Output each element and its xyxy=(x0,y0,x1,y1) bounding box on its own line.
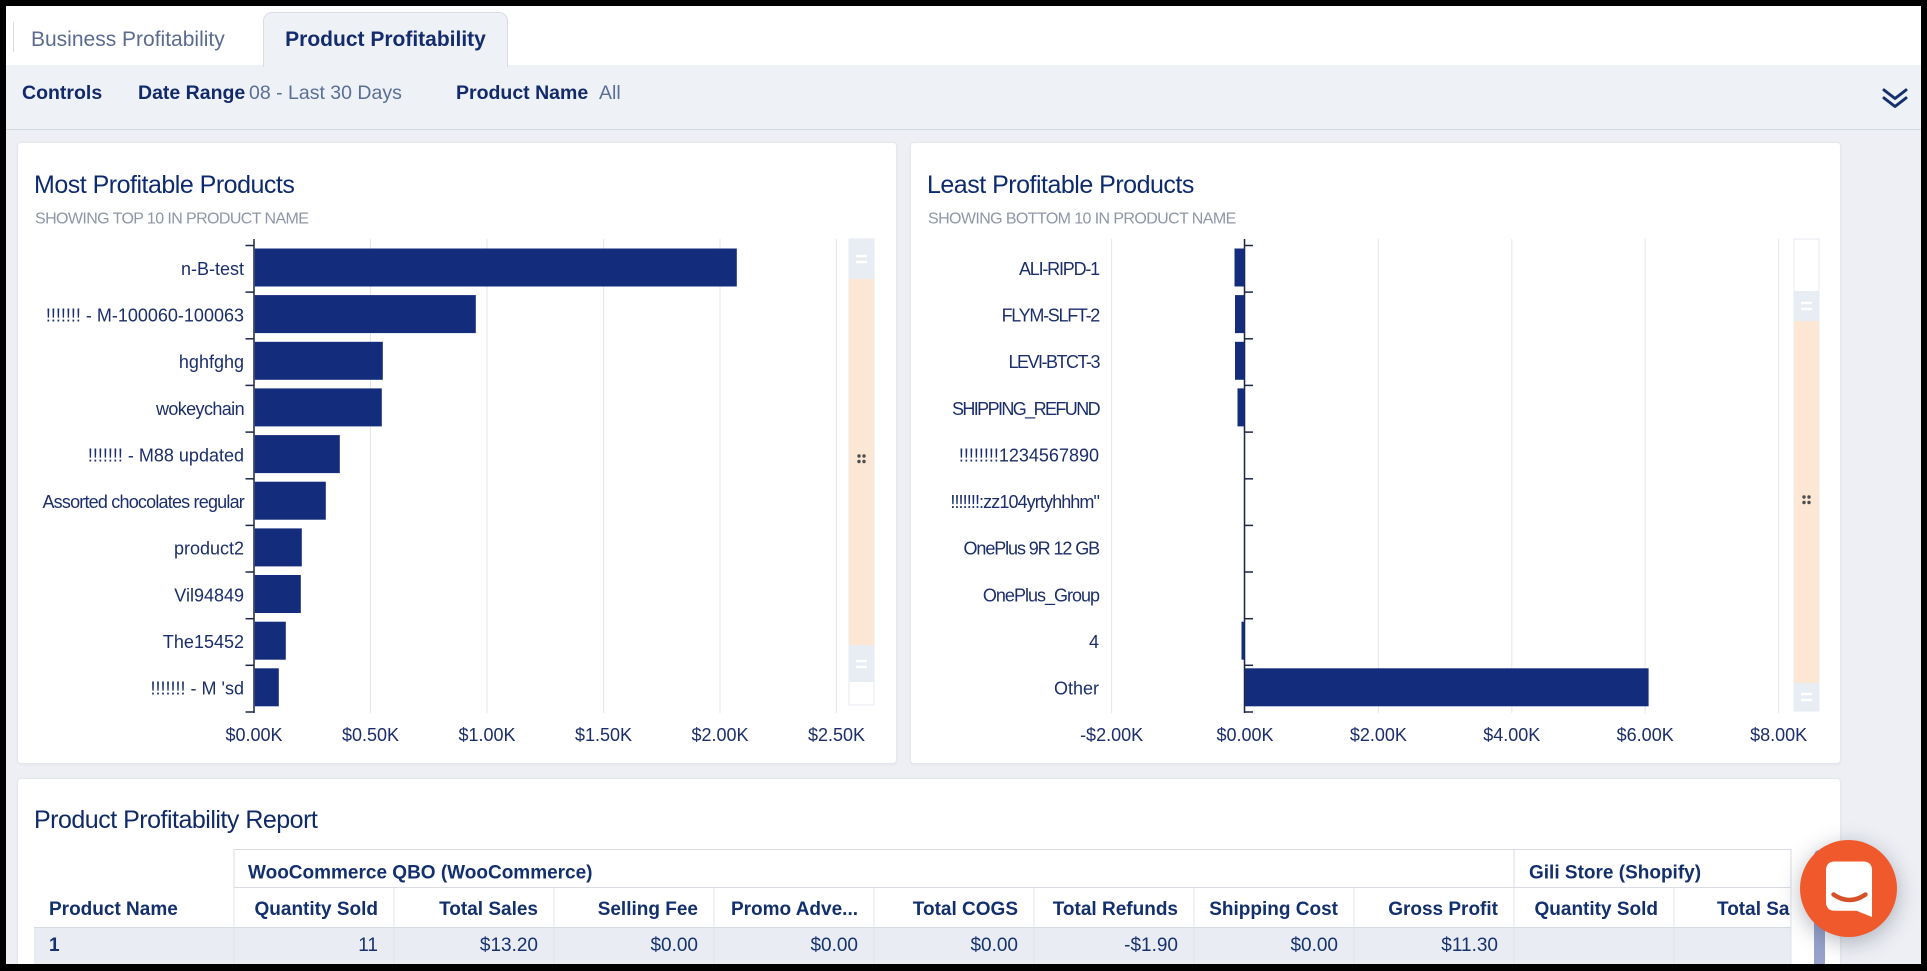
svg-text:Promo Adve...: Promo Adve... xyxy=(731,899,858,920)
svg-text:Total Sa: Total Sa xyxy=(1717,899,1790,920)
svg-text:hghfghg: hghfghg xyxy=(179,352,244,372)
svg-text:4: 4 xyxy=(1089,632,1099,652)
svg-text:LEVI-BTCT-3: LEVI-BTCT-3 xyxy=(1008,352,1100,372)
svg-text:$4.00K: $4.00K xyxy=(1483,725,1540,745)
svg-text:Product Name: Product Name xyxy=(49,899,178,920)
svg-text:n-B-test: n-B-test xyxy=(181,259,244,279)
svg-text:wokeychain: wokeychain xyxy=(155,399,244,419)
svg-text:$2.00K: $2.00K xyxy=(691,725,748,745)
svg-text:WooCommerce QBO (WooCommerce): WooCommerce QBO (WooCommerce) xyxy=(248,863,593,884)
svg-text:$8.00K: $8.00K xyxy=(1750,725,1807,745)
svg-text:Total Refunds: Total Refunds xyxy=(1053,899,1178,920)
svg-text:$1.50K: $1.50K xyxy=(575,725,632,745)
svg-text:-$2.00K: -$2.00K xyxy=(1080,725,1143,745)
svg-text:FLYM-SLFT-2: FLYM-SLFT-2 xyxy=(1002,305,1101,325)
svg-text:11: 11 xyxy=(358,935,378,956)
svg-text:Total Sales: Total Sales xyxy=(439,899,538,920)
svg-text:Vil94849: Vil94849 xyxy=(174,585,244,605)
svg-text:!!!!!!! - M88 updated: !!!!!!! - M88 updated xyxy=(88,445,244,465)
svg-text:Shipping Cost: Shipping Cost xyxy=(1209,899,1338,920)
svg-text:OnePlus_Group: OnePlus_Group xyxy=(983,585,1100,606)
svg-text:Quantity Sold: Quantity Sold xyxy=(255,899,379,920)
svg-text:$6.00K: $6.00K xyxy=(1617,725,1674,745)
svg-text:OnePlus 9R 12 GB: OnePlus 9R 12 GB xyxy=(964,539,1101,559)
svg-text:$2.00K: $2.00K xyxy=(1350,725,1407,745)
svg-text:-$1.90: -$1.90 xyxy=(1124,935,1178,956)
svg-text:Gili Store (Shopify): Gili Store (Shopify) xyxy=(1529,863,1701,884)
svg-text:$1.00K: $1.00K xyxy=(458,725,515,745)
svg-text:Other: Other xyxy=(1054,679,1099,699)
svg-text:$13.20: $13.20 xyxy=(480,935,538,956)
svg-text:Quantity Sold: Quantity Sold xyxy=(1535,899,1659,920)
svg-text:$0.00: $0.00 xyxy=(970,935,1018,956)
svg-text:!!!!!!! - M 'sd: !!!!!!! - M 'sd xyxy=(151,679,244,699)
svg-text:!!!!!!!!1234567890: !!!!!!!!1234567890 xyxy=(959,445,1099,465)
svg-text:$11.30: $11.30 xyxy=(1441,935,1498,956)
svg-text:Most Profitable Products: Most Profitable Products xyxy=(34,171,294,199)
svg-text:$0.50K: $0.50K xyxy=(342,725,399,745)
svg-text:Least Profitable Products: Least Profitable Products xyxy=(927,171,1194,199)
svg-text:!!!!!!! - M-100060-100063: !!!!!!! - M-100060-100063 xyxy=(46,305,244,325)
svg-text:$0.00K: $0.00K xyxy=(225,725,282,745)
svg-text:!!!!!!!:zz104yrtyhhhm": !!!!!!!:zz104yrtyhhhm" xyxy=(950,492,1099,512)
svg-text:$2.50K: $2.50K xyxy=(808,725,865,745)
svg-text:$0.00: $0.00 xyxy=(810,935,858,956)
svg-text:Total COGS: Total COGS xyxy=(913,899,1018,920)
svg-text:$0.00: $0.00 xyxy=(650,935,698,956)
svg-text:Assorted chocolates regular: Assorted chocolates regular xyxy=(42,492,244,512)
svg-text:product2: product2 xyxy=(174,539,244,559)
svg-text:ALI-RIPD-1: ALI-RIPD-1 xyxy=(1019,259,1100,279)
svg-text:Selling Fee: Selling Fee xyxy=(598,899,698,920)
svg-text:SHOWING TOP 10 IN PRODUCT NAME: SHOWING TOP 10 IN PRODUCT NAME xyxy=(35,211,308,228)
svg-text:SHOWING BOTTOM 10 IN PRODUCT N: SHOWING BOTTOM 10 IN PRODUCT NAME xyxy=(928,211,1236,228)
svg-text:The15452: The15452 xyxy=(163,632,244,652)
svg-text:SHIPPING_REFUND: SHIPPING_REFUND xyxy=(952,399,1101,420)
svg-text:Gross Profit: Gross Profit xyxy=(1388,899,1498,920)
svg-text:$0.00: $0.00 xyxy=(1290,935,1338,956)
svg-text:Product Profitability Report: Product Profitability Report xyxy=(34,806,318,834)
svg-text:$0.00K: $0.00K xyxy=(1216,725,1273,745)
svg-text:1: 1 xyxy=(49,935,60,956)
